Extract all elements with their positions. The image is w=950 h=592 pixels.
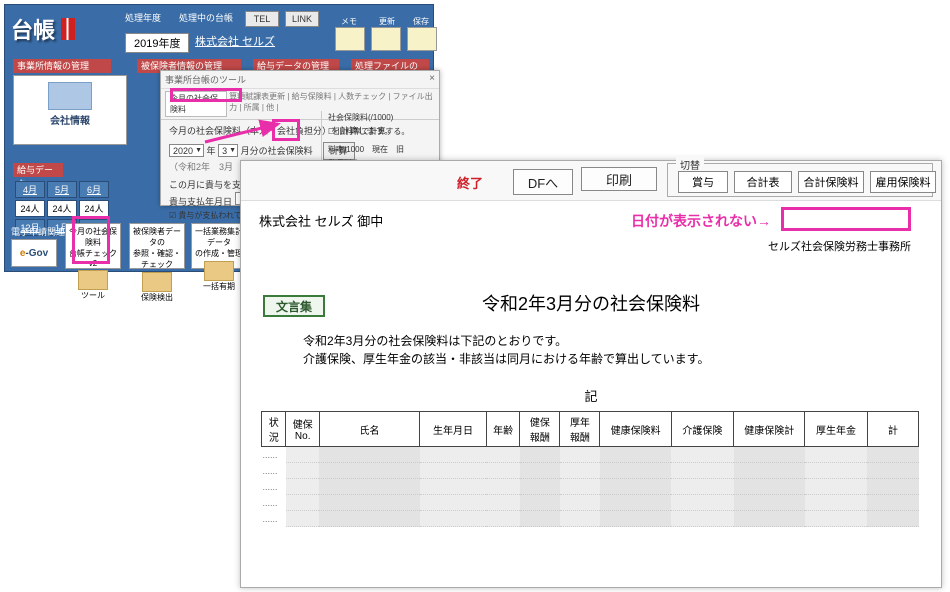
tool-icon xyxy=(142,272,172,292)
memo-icon-button[interactable] xyxy=(335,27,365,51)
table-row: ...... xyxy=(262,479,919,495)
month-select[interactable]: 3 xyxy=(218,144,238,157)
highlight-calc xyxy=(272,119,300,141)
update-icon-button[interactable] xyxy=(371,27,401,51)
saved-icon-button[interactable] xyxy=(407,27,437,51)
update-label: 更新 xyxy=(379,16,395,27)
year-select[interactable]: 2020 xyxy=(169,144,204,157)
company-card-label: 会社情報 xyxy=(14,112,126,127)
switch-bonus[interactable]: 賞与 xyxy=(678,171,728,193)
close-icon[interactable]: × xyxy=(429,73,435,86)
col-kenpokei: 健康保険計 xyxy=(734,412,805,447)
link-button[interactable]: LINK xyxy=(285,11,319,27)
col-status: 状 況 xyxy=(262,412,286,447)
table-row: ...... xyxy=(262,463,919,479)
highlight-dialog-tab xyxy=(170,88,242,102)
col-age: 年齢 xyxy=(486,412,519,447)
col-no: 健保 No. xyxy=(286,412,319,447)
highlight-tool xyxy=(72,216,110,264)
table-row: ...... xyxy=(262,495,919,511)
tool-insured-check[interactable]: 被保険者データの 参照・確認・チェック 保険検出 xyxy=(129,223,185,269)
memo-label: メモ xyxy=(341,16,357,27)
switch-koyo[interactable]: 雇用保険料 xyxy=(870,171,936,193)
report-body: 株式会社 セルズ 御中 日付が表示されない→ セルズ社会保険労務士事務所 文言集… xyxy=(241,201,941,527)
date-field-highlight xyxy=(781,207,911,231)
col-dob: 生年月日 xyxy=(420,412,487,447)
tool-icon xyxy=(204,261,234,281)
col-koseifee: 厚生年金 xyxy=(805,412,867,447)
egov-button[interactable]: e-Gov xyxy=(11,239,57,267)
app-header: 台帳 処理年度 処理中の台帳 2019年度 株式会社 セルズ TEL LINK … xyxy=(5,5,433,53)
col-name: 氏名 xyxy=(319,412,419,447)
col-kaigo: 介護保険 xyxy=(671,412,733,447)
dialog-title: 事業所台帳のツール xyxy=(165,73,246,86)
data-table: 状 況 健保 No. 氏名 生年月日 年齢 健保 報酬 厚年 報酬 健康保険料 … xyxy=(261,411,919,527)
report-toolbar: 終了 DFへ 印刷 切替 賞与 合計表 合計保険料 雇用保険料 xyxy=(241,161,941,201)
tool-batch[interactable]: 一括業務集計データ の作成・管理 一括有期 xyxy=(191,223,247,269)
report-title: 令和2年3月分の社会保険料 xyxy=(259,290,923,316)
switch-group: 切替 賞与 合計表 合計保険料 雇用保険料 xyxy=(667,163,933,197)
ki-mark: 記 xyxy=(259,386,923,405)
sender-name: セルズ社会保険労務士事務所 xyxy=(768,238,911,254)
tel-button[interactable]: TEL xyxy=(245,11,279,27)
report-desc: 令和2年3月分の社会保険料は下記のとおりです。 介護保険、厚生年金の該当・非該当… xyxy=(303,332,923,368)
print-button[interactable]: 印刷 xyxy=(581,167,657,191)
no-date-annotation: 日付が表示されない→ xyxy=(631,211,771,231)
company-card[interactable]: 会社情報 xyxy=(13,75,127,145)
pdf-button[interactable]: DFへ xyxy=(513,169,573,195)
year-selector[interactable]: 2019年度 xyxy=(125,33,189,53)
book-icon xyxy=(61,18,75,40)
col-kosei: 厚年 報酬 xyxy=(560,412,600,447)
switch-legend: 切替 xyxy=(676,157,704,172)
section-egov: 電子申請関連 xyxy=(11,225,65,238)
col-kenpofee: 健康保険料 xyxy=(600,412,671,447)
switch-totalins[interactable]: 合計保険料 xyxy=(798,171,864,193)
tool-icon xyxy=(78,270,108,290)
table-row: ...... xyxy=(262,511,919,527)
header-info: 処理年度 処理中の台帳 xyxy=(125,11,233,24)
phrase-button[interactable]: 文言集 xyxy=(263,295,325,317)
app-logo-text: 台帳 xyxy=(11,13,55,45)
report-window: 終了 DFへ 印刷 切替 賞与 合計表 合計保険料 雇用保険料 株式会社 セルズ… xyxy=(240,160,942,588)
company-link[interactable]: 株式会社 セルズ xyxy=(195,33,275,49)
col-kenpo: 健保 報酬 xyxy=(520,412,560,447)
table-row: ...... xyxy=(262,447,919,463)
switch-total[interactable]: 合計表 xyxy=(734,171,792,193)
section-paydata: 給与データ xyxy=(13,163,63,177)
company-icon xyxy=(48,82,92,110)
col-total: 計 xyxy=(867,412,918,447)
end-button[interactable]: 終了 xyxy=(431,169,509,195)
section-company: 事業所情報の管理 xyxy=(13,59,111,73)
